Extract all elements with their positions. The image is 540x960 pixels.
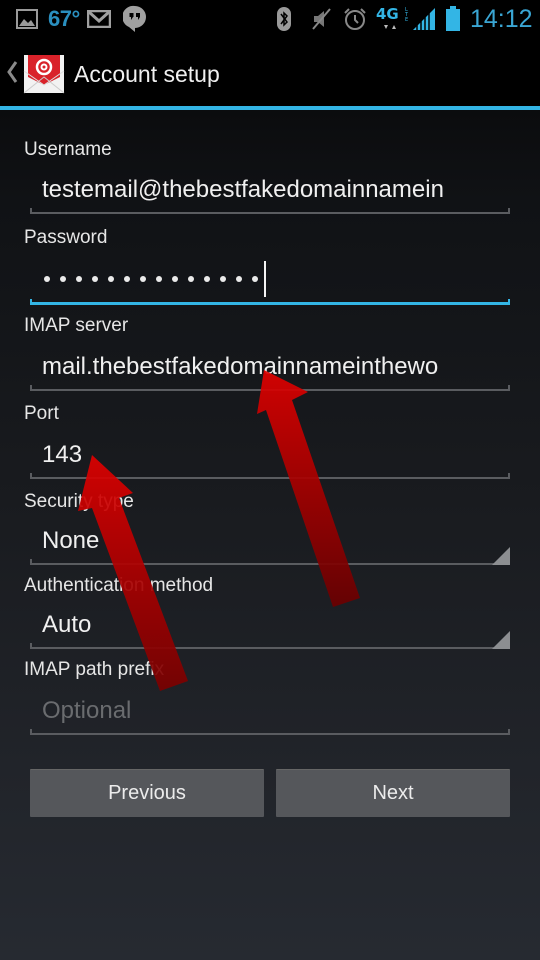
security-type-dropdown[interactable]: None (30, 519, 510, 565)
status-bar: 67° 4G L T E 14:12 (0, 0, 540, 38)
up-navigation-button[interactable] (0, 38, 70, 106)
password-input[interactable] (30, 259, 510, 305)
password-dot (92, 271, 108, 287)
alarm-icon (342, 0, 368, 38)
signal-icon (411, 0, 437, 38)
password-dot (60, 271, 76, 287)
username-input[interactable]: testemail@thebestfakedomainnamein (30, 168, 510, 214)
action-bar-divider (0, 106, 540, 110)
password-dot (44, 271, 60, 287)
port-input[interactable]: 143 (30, 433, 510, 479)
next-button[interactable]: Next (276, 769, 510, 817)
4g-lte-icon: 4G L T E (376, 0, 412, 38)
svg-text:4G: 4G (376, 5, 399, 23)
password-dot (172, 271, 188, 287)
password-dot (236, 271, 252, 287)
dropdown-indicator-icon (492, 631, 510, 649)
password-dot (220, 271, 236, 287)
password-dot (124, 271, 140, 287)
username-value: testemail@thebestfakedomainnamein (42, 176, 444, 203)
security-type-label: Security type (24, 491, 134, 512)
email-app-icon (23, 55, 65, 94)
imap-server-input[interactable]: mail.thebestfakedomainnameinthewo (30, 345, 510, 391)
gallery-icon (15, 0, 39, 38)
password-mask (44, 271, 268, 287)
hangouts-icon (122, 0, 148, 38)
auth-method-value: Auto (42, 611, 92, 638)
back-caret-icon (7, 61, 18, 83)
gmail-icon (86, 0, 112, 38)
imap-path-prefix-placeholder: Optional (42, 697, 132, 724)
password-dot (140, 271, 156, 287)
text-cursor (264, 261, 266, 297)
password-dot (76, 271, 92, 287)
password-label: Password (24, 227, 108, 248)
username-label: Username (24, 139, 112, 160)
temperature-text: 67° (48, 6, 80, 31)
clock-text: 14:12 (470, 5, 533, 33)
password-dot (156, 271, 172, 287)
port-label: Port (24, 403, 59, 424)
imap-path-prefix-label: IMAP path prefix (24, 659, 165, 680)
bluetooth-icon (275, 0, 293, 38)
auth-method-label: Authentication method (24, 575, 214, 596)
port-value: 143 (42, 441, 83, 468)
password-dot (188, 271, 204, 287)
auth-method-dropdown[interactable]: Auto (30, 603, 510, 649)
imap-server-label: IMAP server (24, 315, 129, 336)
svg-text:E: E (405, 17, 408, 23)
dropdown-indicator-icon (492, 547, 510, 565)
imap-server-value: mail.thebestfakedomainnameinthewo (42, 353, 439, 380)
mute-icon (310, 0, 334, 38)
battery-icon (443, 0, 463, 38)
imap-path-prefix-input[interactable]: Optional (30, 689, 510, 735)
password-dot (204, 271, 220, 287)
arrow-to-imap-server (257, 370, 360, 607)
previous-button[interactable]: Previous (30, 769, 264, 817)
action-bar: Account setup (0, 38, 540, 110)
security-type-value: None (42, 527, 100, 554)
page-title: Account setup (74, 61, 220, 87)
password-dot (108, 271, 124, 287)
